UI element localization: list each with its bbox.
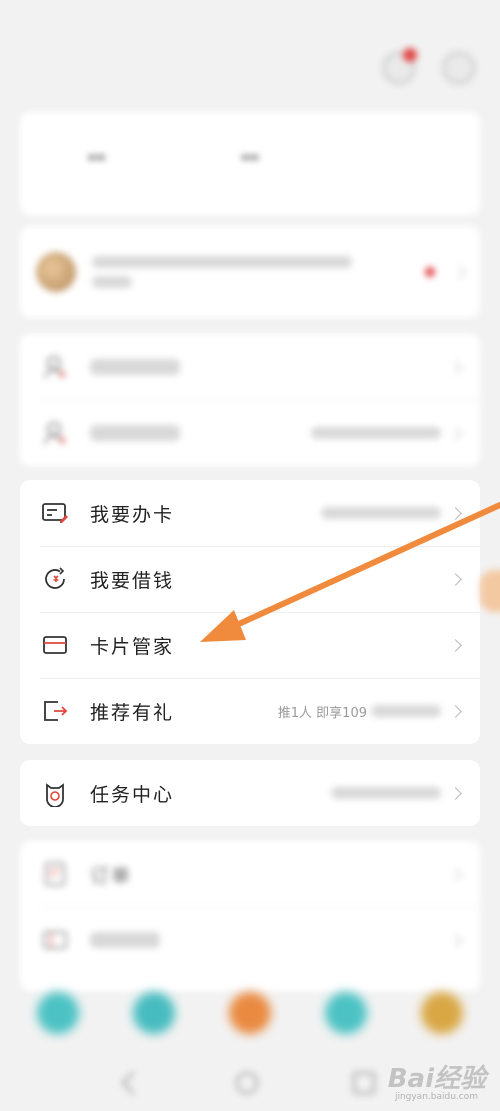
list-item-sub: 推1人 即享109 [277,705,367,721]
watermark-url: jingyan.baidu.com [394,1092,478,1102]
chevron-right-icon [449,867,462,881]
chevron-right-icon [449,506,462,520]
list-item[interactable] [20,334,480,400]
notification-badge [403,48,417,62]
promo-avatar [36,252,76,292]
list-item-label [90,359,180,375]
nav-item-5[interactable] [421,992,463,1038]
menu-group-3: 任务中心 [20,760,480,826]
card-apply-icon [40,498,70,528]
list-item-task-center[interactable]: 任务中心 [20,760,480,826]
recents-icon[interactable] [353,1072,375,1094]
list-item-label: 卡片管家 [90,635,175,658]
nav-icon [37,992,79,1034]
status-bar [0,0,500,40]
promo-card[interactable] [20,226,480,318]
list-item[interactable] [20,400,480,466]
chevron-right-icon [453,265,466,279]
settings-icon[interactable] [443,52,475,84]
nav-icon [325,992,367,1034]
message-icon[interactable] [383,48,417,84]
nav-icon [133,992,175,1034]
nav-item-3[interactable] [229,992,271,1038]
nav-item-2[interactable] [133,992,175,1038]
nav-icon [421,992,463,1034]
watermark: Bai经验 [387,1064,486,1094]
list-item-borrow[interactable]: 我要借钱 [20,546,480,612]
list-item-label [90,932,160,948]
list-item-label: 任务中心 [90,783,175,806]
list-item-sub [311,427,441,439]
chevron-right-icon [449,360,462,374]
chevron-right-icon [449,638,462,652]
stat-item-3[interactable] [327,112,480,215]
stat-item-2[interactable]: -- [173,112,326,215]
chevron-right-icon [449,933,462,947]
chevron-right-icon [449,426,462,440]
nav-item-4[interactable] [325,992,367,1038]
stat-value: -- [240,145,260,170]
menu-group-2: 我要办卡 我要借钱 卡片管家 推荐有礼 推1人 即享109 [20,480,480,744]
nav-icon [229,992,271,1034]
list-item-sub-placeholder [320,507,441,519]
chevron-right-icon [449,572,462,586]
back-icon[interactable] [121,1071,145,1095]
promo-text [92,256,425,288]
order-icon [40,859,70,889]
chevron-right-icon [449,786,462,800]
card-manager-icon [40,630,70,660]
list-item-sub-placeholder [330,787,441,799]
share-gift-icon [40,696,70,726]
promo-text-line [92,256,352,268]
list-item-referral[interactable]: 推荐有礼 推1人 即享109 [20,678,480,744]
member-icon [40,418,70,448]
coupon-icon [40,925,70,955]
menu-group-1 [20,334,480,466]
list-item-label: 推荐有礼 [90,701,175,724]
list-item-label: 我要借钱 [90,569,175,592]
header-icons [383,48,475,84]
floating-bubble[interactable] [480,570,500,612]
chevron-right-icon [449,704,462,718]
home-icon[interactable] [236,1072,258,1094]
list-item-label: 订单 [90,864,133,887]
list-item-orders[interactable]: 订单 [20,841,480,907]
list-item-apply-card[interactable]: 我要办卡 [20,480,480,546]
list-item-sub-placeholder [371,705,441,717]
stat-item-1[interactable]: -- [20,112,173,215]
nav-item-1[interactable] [37,992,79,1038]
task-center-icon [40,778,70,808]
promo-dot [425,267,435,277]
loan-icon [40,564,70,594]
bottom-nav [0,980,500,1050]
list-item-label [90,425,180,441]
user-center-icon [40,352,70,382]
promo-text-line [92,276,132,288]
list-item-label: 我要办卡 [90,503,175,526]
stat-value: -- [87,145,106,170]
menu-group-4: 订单 [20,841,480,991]
list-item[interactable] [20,907,480,973]
stats-card: -- -- [20,112,480,215]
list-item-card-manager[interactable]: 卡片管家 [20,612,480,678]
